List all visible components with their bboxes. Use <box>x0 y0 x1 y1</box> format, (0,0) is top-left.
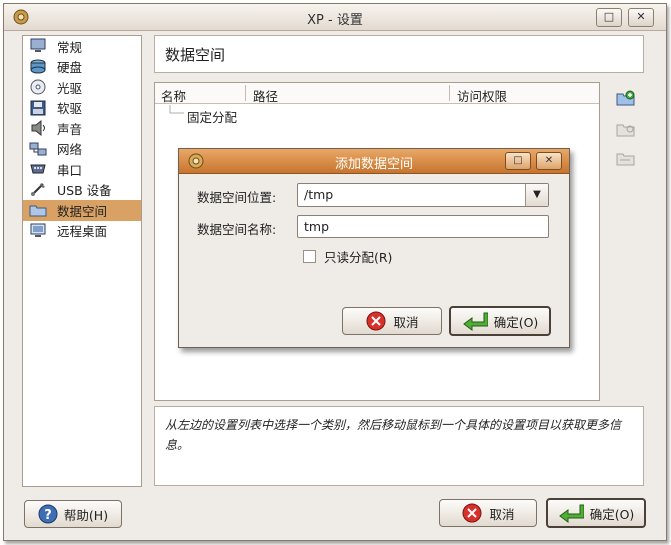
network-icon <box>29 142 47 156</box>
help-icon: ? <box>38 504 58 524</box>
tree-row-label: 固定分配 <box>187 110 238 125</box>
close-icon: ✕ <box>636 10 646 23</box>
sidebar-item-label: 网络 <box>57 142 83 158</box>
sidebar-item-cd-rom[interactable]: 光驱 <box>23 77 141 98</box>
cancel-icon <box>366 311 386 331</box>
help-button[interactable]: ? 帮助(H) <box>24 500 122 528</box>
folder-path-label: 数据空间位置: <box>197 190 277 205</box>
remote-desktop-icon <box>30 223 46 237</box>
cancel-button[interactable]: 取消 <box>439 499 537 527</box>
folder-path-combo[interactable]: /tmp ▼ <box>297 183 549 207</box>
column-header-access[interactable]: 访问权限 <box>457 86 507 105</box>
add-folder-icon[interactable] <box>616 90 636 106</box>
sidebar-item-audio[interactable]: 声音 <box>23 118 141 139</box>
category-list: 常规 硬盘 光驱 软驱 声音 网络 串口 USB 设备 数据空间 远程桌面 <box>22 35 142 487</box>
close-icon: ✕ <box>544 155 554 166</box>
folder-name-value: tmp <box>304 219 330 234</box>
chevron-down-icon[interactable]: ▼ <box>525 184 548 206</box>
info-text: 从左边的设置列表中选择一个类别，然后移动鼠标到一个具体的设置项目以获取更多信息。 <box>165 418 622 452</box>
sidebar-item-general[interactable]: 常规 <box>23 36 141 57</box>
readonly-checkbox[interactable]: 只读分配(R) <box>303 247 392 266</box>
cancel-icon <box>462 503 482 523</box>
sidebar-item-label: USB 设备 <box>57 183 112 199</box>
column-separator <box>245 85 246 101</box>
add-shared-folder-dialog: 添加数据空间 □ ✕ 数据空间位置: /tmp ▼ 数据空间名称: tmp 只读… <box>178 148 570 348</box>
dialog-cancel-button[interactable]: 取消 <box>342 307 442 335</box>
maximize-icon: □ <box>513 155 523 166</box>
sidebar-item-label: 常规 <box>57 39 83 55</box>
close-button[interactable]: ✕ <box>628 8 654 27</box>
sidebar-item-floppy[interactable]: 软驱 <box>23 98 141 119</box>
usb-icon <box>31 182 45 196</box>
sidebar-item-label: 光驱 <box>57 80 83 96</box>
floppy-icon <box>30 100 46 116</box>
window-title: XP - 设置 <box>307 13 363 28</box>
serial-port-icon <box>30 164 46 174</box>
svg-text:?: ? <box>44 508 52 523</box>
dialog-close-button[interactable]: ✕ <box>536 152 562 170</box>
dialog-ok-button[interactable]: 确定(O) <box>449 306 551 336</box>
sidebar-item-shared-folders[interactable]: 数据空间 <box>23 200 141 221</box>
folder-path-value: /tmp <box>304 187 334 202</box>
page-title: 数据空间 <box>165 46 226 64</box>
shared-folder-icon <box>29 205 47 217</box>
help-button-label: 帮助(H) <box>63 507 109 523</box>
sidebar-item-hard-disk[interactable]: 硬盘 <box>23 57 141 78</box>
cd-rom-icon <box>30 79 46 95</box>
maximize-button[interactable]: □ <box>596 8 622 27</box>
column-header-path[interactable]: 路径 <box>253 86 278 105</box>
ok-button-label: 确定(O) <box>589 506 635 522</box>
ok-button[interactable]: 确定(O) <box>546 498 646 528</box>
remove-folder-icon[interactable] <box>616 150 636 166</box>
cancel-button-label: 取消 <box>489 506 515 522</box>
sidebar-item-serial-port[interactable]: 串口 <box>23 159 141 180</box>
readonly-checkbox-label: 只读分配(R) <box>324 250 393 265</box>
page-header: 数据空间 <box>154 35 644 73</box>
sidebar-item-label: 远程桌面 <box>57 224 108 240</box>
sidebar-item-usb[interactable]: USB 设备 <box>23 180 141 201</box>
dialog-cancel-label: 取消 <box>393 314 419 330</box>
checkbox-box[interactable] <box>303 250 316 263</box>
sidebar-item-label: 串口 <box>57 162 83 178</box>
speaker-icon <box>31 120 45 137</box>
sidebar-item-label: 声音 <box>57 121 83 137</box>
folder-name-input[interactable]: tmp <box>297 215 549 238</box>
sidebar-item-label: 数据空间 <box>57 203 108 219</box>
edit-folder-icon[interactable] <box>616 121 636 137</box>
tree-branch-icon <box>169 105 184 114</box>
dialog-maximize-button[interactable]: □ <box>505 152 531 170</box>
sidebar-item-remote-desktop[interactable]: 远程桌面 <box>23 221 141 242</box>
tree-header: 名称 路径 访问权限 <box>155 83 599 104</box>
column-separator <box>449 85 450 101</box>
column-header-name[interactable]: 名称 <box>161 86 186 105</box>
hard-disk-icon <box>30 59 46 74</box>
sidebar-item-network[interactable]: 网络 <box>23 139 141 160</box>
sidebar-item-label: 软驱 <box>57 101 83 117</box>
monitor-icon <box>30 38 46 53</box>
info-box: 从左边的设置列表中选择一个类别，然后移动鼠标到一个具体的设置项目以获取更多信息。 <box>154 406 644 486</box>
ok-arrow-icon <box>558 504 584 523</box>
maximize-icon: □ <box>603 10 615 23</box>
dialog-title-bar[interactable]: 添加数据空间 □ ✕ <box>179 149 569 174</box>
title-bar[interactable]: XP - 设置 □ ✕ <box>4 4 666 31</box>
sidebar-item-label: 硬盘 <box>57 60 83 76</box>
dialog-ok-label: 确定(O) <box>493 314 539 330</box>
ok-arrow-icon <box>462 312 488 331</box>
folder-name-label: 数据空间名称: <box>197 222 277 237</box>
